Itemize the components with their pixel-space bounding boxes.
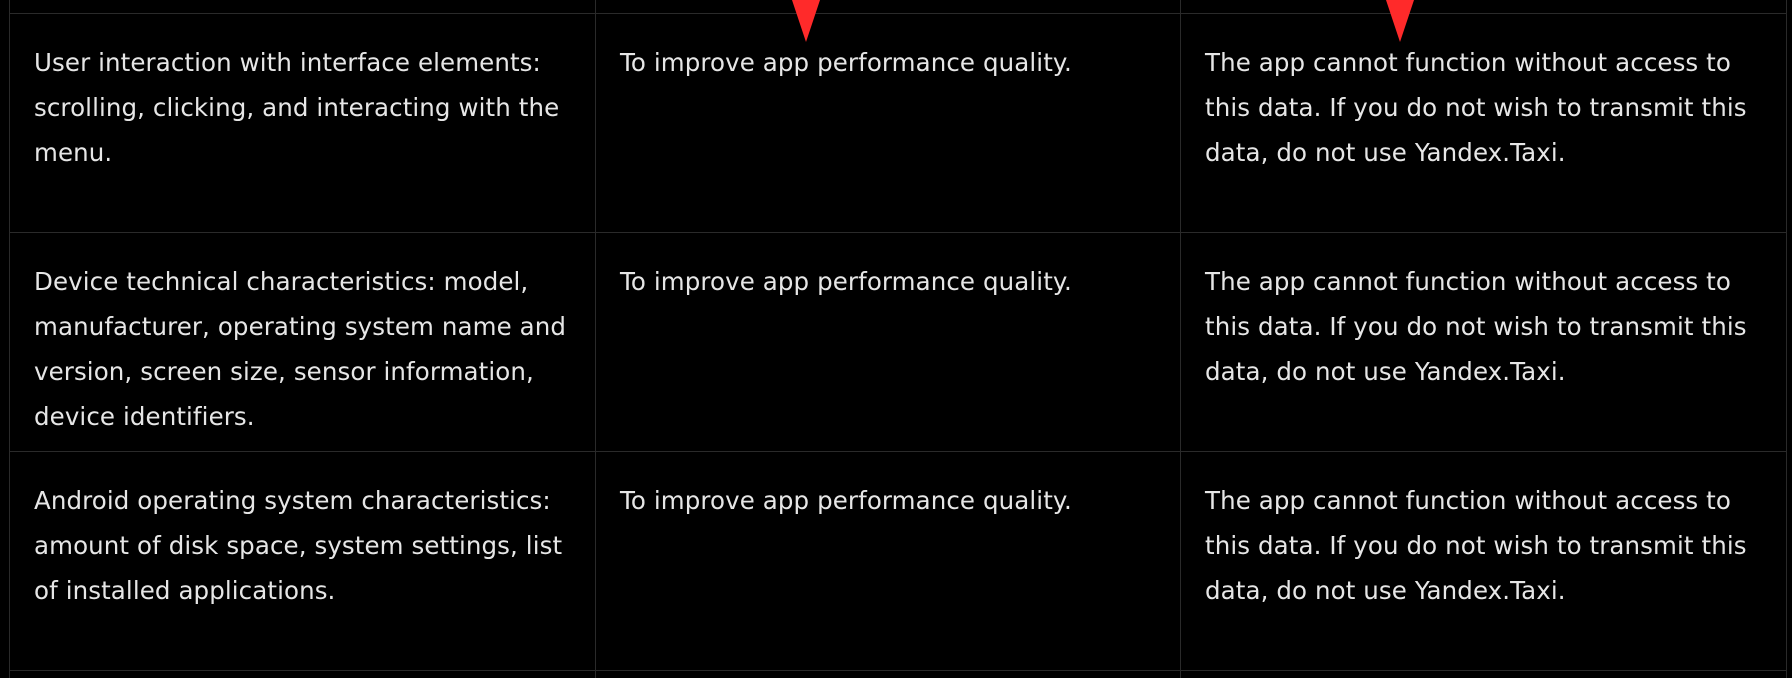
- table-cell: [595, 0, 1180, 13]
- purpose-cell: To improve app performance quality.: [595, 452, 1180, 670]
- table-cell: [1180, 0, 1787, 13]
- table-row-partial-bottom: [9, 670, 1787, 678]
- table-cell: [9, 671, 595, 678]
- purpose-cell: To improve app performance quality.: [595, 233, 1180, 451]
- consequence-cell: The app cannot function without access t…: [1180, 452, 1787, 670]
- purpose-cell: To improve app performance quality.: [595, 14, 1180, 232]
- consequence-cell: The app cannot function without access t…: [1180, 233, 1787, 451]
- data-type-cell: User interaction with interface elements…: [9, 14, 595, 232]
- data-type-cell: Android operating system characteristics…: [9, 452, 595, 670]
- table-row: User interaction with interface elements…: [9, 13, 1787, 232]
- consequence-cell: The app cannot function without access t…: [1180, 14, 1787, 232]
- down-arrow-marker-icon: [1386, 0, 1414, 42]
- data-collection-table: User interaction with interface elements…: [9, 0, 1787, 678]
- table-cell: [9, 0, 595, 13]
- table-row-partial-top: [9, 0, 1787, 13]
- data-type-cell: Device technical characteristics: model,…: [9, 233, 595, 451]
- table-row: Device technical characteristics: model,…: [9, 232, 1787, 451]
- table-cell: [1180, 671, 1787, 678]
- table-row: Android operating system characteristics…: [9, 451, 1787, 670]
- down-arrow-marker-icon: [792, 0, 820, 42]
- table-cell: [595, 671, 1180, 678]
